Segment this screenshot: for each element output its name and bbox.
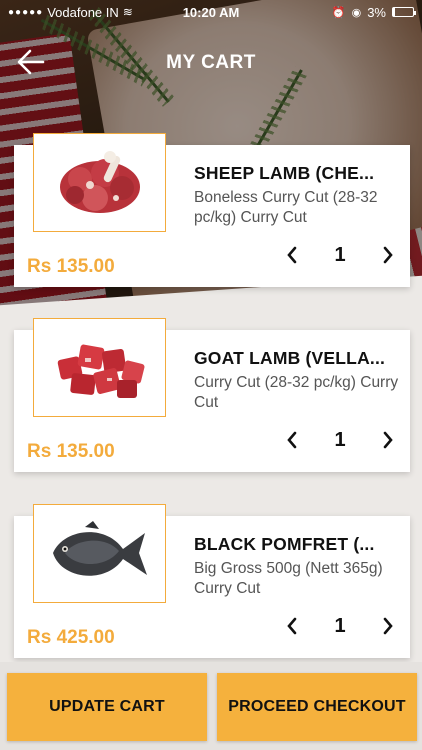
chevron-left-icon bbox=[287, 246, 297, 264]
update-cart-button[interactable]: UPDATE CART bbox=[7, 673, 207, 741]
battery-percent: 3% bbox=[367, 4, 386, 20]
lamb-meat-icon bbox=[59, 150, 140, 213]
fish-icon bbox=[52, 520, 147, 576]
product-description: Boneless Curry Cut (28-32 pc/kg) Curry C… bbox=[194, 189, 378, 226]
chevron-right-icon bbox=[383, 431, 393, 449]
chevron-left-icon bbox=[287, 431, 297, 449]
wifi-icon: ≋ bbox=[122, 5, 133, 19]
signal-icon: ●●●●● bbox=[8, 6, 44, 18]
product-image[interactable] bbox=[33, 318, 166, 417]
proceed-checkout-button[interactable]: PROCEED CHECKOUT bbox=[217, 673, 417, 741]
product-image[interactable] bbox=[33, 504, 166, 603]
chevron-left-icon bbox=[287, 617, 297, 635]
product-price: Rs 135.00 bbox=[27, 441, 115, 462]
increase-quantity-button[interactable] bbox=[376, 425, 400, 455]
cart-item: BLACK POMFRET (... Big Gross 500g (Nett … bbox=[14, 504, 410, 658]
chevron-right-icon bbox=[383, 617, 393, 635]
battery-icon bbox=[392, 7, 416, 17]
chevron-right-icon bbox=[383, 246, 393, 264]
page-title: MY CART bbox=[166, 52, 256, 73]
status-bar: ●●●●● Vodafone IN ≋ 10:20 AM ⏰ ◉ 3% bbox=[0, 0, 422, 24]
product-description: Big Gross 500g (Nett 365g) Curry Cut bbox=[194, 560, 383, 597]
product-price: Rs 135.00 bbox=[27, 256, 115, 277]
decrease-quantity-button[interactable] bbox=[280, 425, 304, 455]
app-header: MY CART bbox=[0, 40, 422, 86]
lock-rotation-icon: ◉ bbox=[351, 6, 362, 19]
increase-quantity-button[interactable] bbox=[376, 240, 400, 270]
quantity-value: 1 bbox=[334, 614, 346, 637]
quantity-stepper: 1 bbox=[280, 611, 400, 641]
cart-item: SHEEP LAMB (CHE... Boneless Curry Cut (2… bbox=[14, 133, 410, 287]
carrier-label: Vodafone IN bbox=[47, 4, 119, 20]
product-name[interactable]: BLACK POMFRET (... bbox=[194, 534, 400, 555]
goat-meat-icon bbox=[57, 344, 144, 398]
product-image[interactable] bbox=[33, 133, 166, 232]
product-description: Curry Cut (28-32 pc/kg) Curry Cut bbox=[194, 374, 399, 411]
increase-quantity-button[interactable] bbox=[376, 611, 400, 641]
product-name[interactable]: SHEEP LAMB (CHE... bbox=[194, 163, 400, 184]
quantity-value: 1 bbox=[334, 243, 346, 266]
product-name[interactable]: GOAT LAMB (VELLA... bbox=[194, 348, 400, 369]
decrease-quantity-button[interactable] bbox=[280, 611, 304, 641]
quantity-value: 1 bbox=[334, 428, 346, 451]
alarm-icon: ⏰ bbox=[331, 6, 346, 19]
quantity-stepper: 1 bbox=[280, 240, 400, 270]
cart-item: GOAT LAMB (VELLA... Curry Cut (28-32 pc/… bbox=[14, 318, 410, 472]
decrease-quantity-button[interactable] bbox=[280, 240, 304, 270]
product-price: Rs 425.00 bbox=[27, 627, 115, 648]
quantity-stepper: 1 bbox=[280, 425, 400, 455]
action-bar: UPDATE CART PROCEED CHECKOUT bbox=[0, 662, 422, 750]
